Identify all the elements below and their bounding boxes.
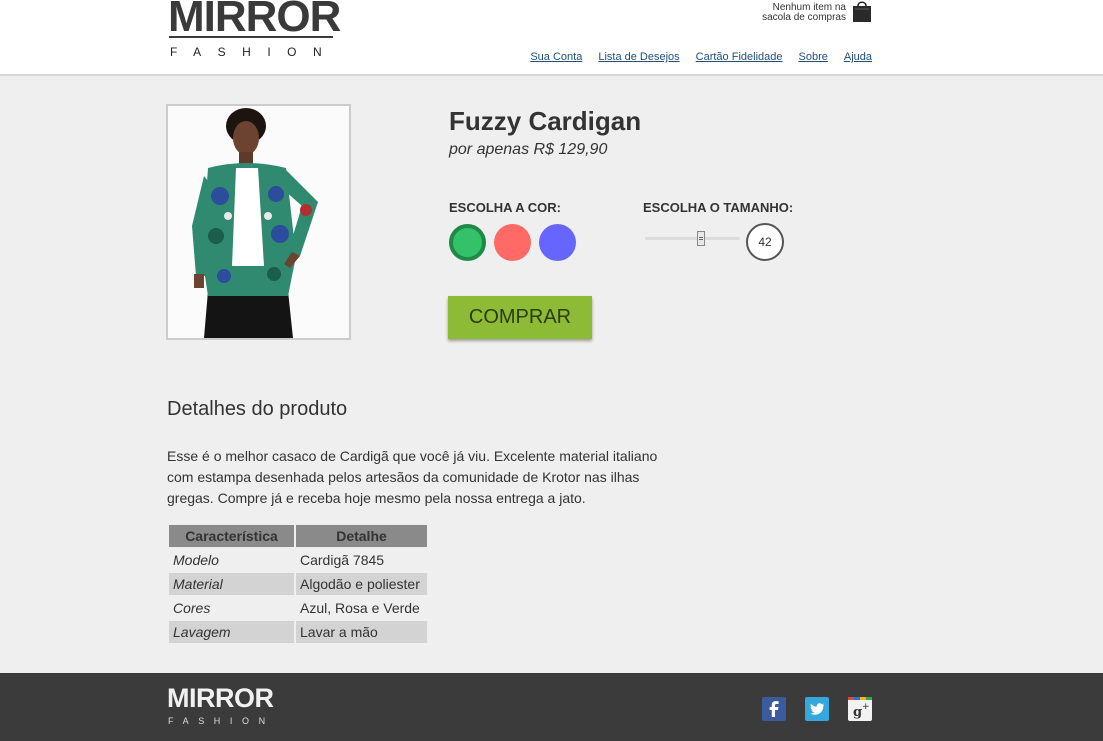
size-slider-track[interactable]: [645, 237, 740, 240]
cart-status-line2: sacola de compras: [762, 12, 846, 23]
nav-lista-de-desejos[interactable]: Lista de Desejos: [598, 51, 679, 63]
color-swatch-red[interactable]: [494, 224, 531, 261]
header: MIRROR FASHION Nenhum item na sacola de …: [0, 0, 1103, 76]
spec-value: Cardigã 7845: [300, 552, 385, 568]
spec-value: Azul, Rosa e Verde: [300, 600, 420, 616]
top-nav: Sua Conta Lista de Desejos Cartão Fidelida…: [514, 51, 872, 63]
product-title: Fuzzy Cardigan: [449, 106, 642, 136]
size-label: ESCOLHA O TAMANHO:: [643, 200, 794, 215]
details-heading: Detalhes do produto: [167, 398, 348, 420]
spec-key: Lavagem: [169, 621, 294, 643]
nav-cartao-fidelidade[interactable]: Cartão Fidelidade: [696, 51, 783, 63]
color-swatch-blue[interactable]: [539, 224, 576, 261]
specs-header-detail: Detalhe: [296, 525, 427, 547]
spec-key: Cores: [173, 600, 211, 616]
facebook-icon[interactable]: [762, 697, 786, 721]
table-row: Material Algodão e poliester: [169, 573, 427, 595]
logo[interactable]: MIRROR FASHION: [168, 0, 341, 62]
table-row: Modelo Cardigã 7845: [169, 549, 427, 571]
table-row: Lavagem Lavar a mão: [169, 621, 427, 643]
buy-button[interactable]: COMPRAR: [448, 296, 592, 339]
nav-sua-conta[interactable]: Sua Conta: [530, 51, 582, 63]
product-price: por apenas R$ 129,90: [449, 141, 608, 158]
logo-divider: [169, 36, 333, 38]
logo-subtitle: FASHION: [170, 45, 339, 59]
spec-key: Modelo: [173, 552, 219, 568]
specs-table: Característica Detalhe Modelo Cardigã 78…: [167, 523, 429, 645]
color-swatch-green[interactable]: [449, 224, 486, 261]
size-value: 42: [746, 223, 784, 261]
twitter-icon[interactable]: [805, 697, 829, 721]
spec-value: Lavar a mão: [296, 621, 427, 643]
color-label: ESCOLHA A COR:: [449, 200, 561, 215]
footer-logo-subtitle: FASHION: [168, 716, 275, 726]
svg-text:g: g: [853, 705, 862, 720]
spec-value: Algodão e poliester: [296, 573, 427, 595]
size-slider-thumb[interactable]: [697, 231, 705, 246]
svg-text:+: +: [862, 702, 870, 712]
nav-sobre[interactable]: Sobre: [799, 51, 828, 63]
table-row: Cores Azul, Rosa e Verde: [169, 597, 427, 619]
specs-header-feature: Característica: [169, 525, 294, 547]
footer: MIRROR FASHION g +: [0, 673, 1103, 741]
details-description: Esse é o melhor casaco de Cardigã que vo…: [167, 448, 658, 506]
spec-key: Material: [169, 573, 294, 595]
product-photo: [166, 104, 351, 340]
model-illustration: [168, 106, 349, 338]
shopping-bag-icon[interactable]: [852, 0, 872, 22]
google-plus-icon[interactable]: g +: [848, 697, 872, 721]
nav-ajuda[interactable]: Ajuda: [844, 51, 872, 63]
cart-status: Nenhum item na sacola de compras: [736, 3, 846, 23]
footer-logo-wordmark[interactable]: MIRROR: [167, 683, 274, 713]
